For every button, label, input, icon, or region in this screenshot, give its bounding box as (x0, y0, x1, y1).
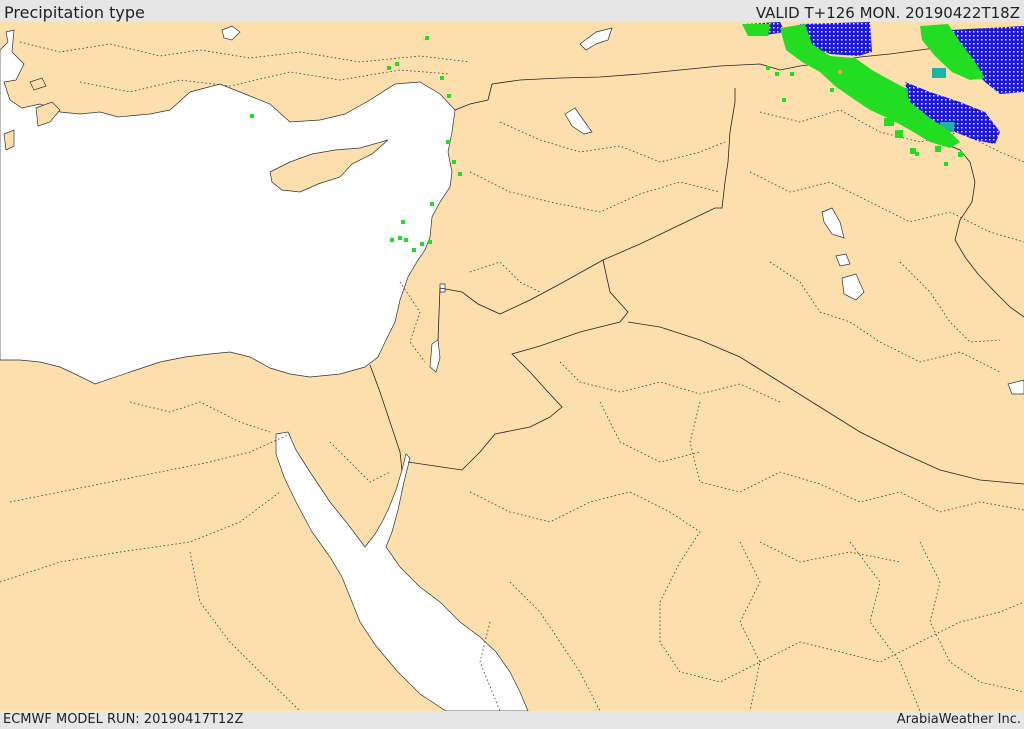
map-title: Precipitation type (4, 3, 145, 22)
rain-precipitation-orange (838, 70, 842, 74)
map-header: Precipitation type VALID T+126 MON. 2019… (0, 0, 1024, 22)
precipitation-map (0, 22, 1024, 711)
map-footer: ECMWF MODEL RUN: 20190417T12Z ArabiaWeat… (0, 711, 1024, 729)
model-run: ECMWF MODEL RUN: 20190417T12Z (3, 712, 244, 727)
valid-time: VALID T+126 MON. 20190422T18Z (755, 4, 1020, 22)
credit: ArabiaWeather Inc. (896, 712, 1021, 727)
